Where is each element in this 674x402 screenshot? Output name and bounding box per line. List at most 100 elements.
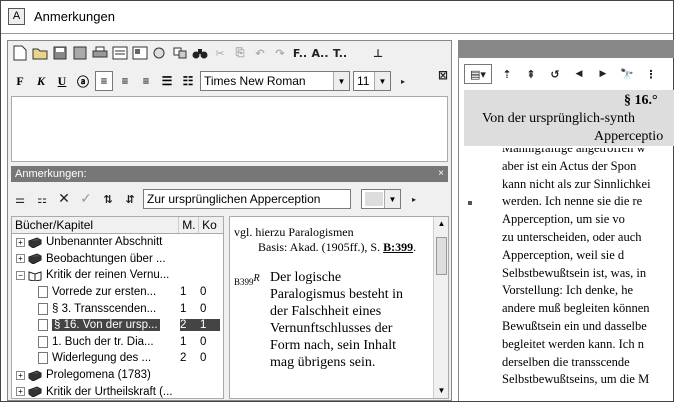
cut-icon[interactable]: ✂ (211, 43, 229, 63)
tree-row[interactable]: 1. Buch der tr. Dia... 1 0 (12, 334, 223, 351)
tree-row-label: Kritik der Urtheilskraft (... (46, 385, 173, 398)
tree-row[interactable]: + Unbenannter Abschnitt (12, 234, 223, 251)
a-format-button[interactable]: A.. (311, 43, 329, 63)
close-panel-icon[interactable]: ⊠ (434, 65, 452, 85)
save-icon[interactable] (51, 43, 69, 63)
tree-row[interactable]: + Prolegomena (1783) (12, 367, 223, 384)
copy-to-icon[interactable] (151, 43, 169, 63)
reader-line: Mannigfaltige angetroffen w (502, 148, 646, 155)
tree-row-title: + Kritik der Urtheilskraft (... (12, 386, 180, 398)
overflow-arrow-icon[interactable]: ▸ (405, 189, 423, 209)
page-marker: B399R (234, 269, 270, 371)
font-size-select[interactable]: 11 ▼ (353, 71, 391, 91)
collapse-icon[interactable]: − (16, 270, 25, 280)
find-binoculars-icon[interactable] (191, 43, 209, 63)
tree-row[interactable]: Vorrede zur ersten... 1 0 (12, 284, 223, 301)
reader-line: kann nicht als zur Sinnlichkei (502, 176, 651, 191)
undo-icon[interactable]: ↶ (251, 43, 269, 63)
reader-text: Mannigfaltige angetroffen w aber ist ein … (502, 148, 674, 389)
note-editor[interactable] (11, 96, 448, 162)
reader-line: werden. Ich nenne sie die re (502, 194, 643, 209)
tree-row[interactable]: + Beobachtungen über ... (12, 251, 223, 268)
scroll-up-icon[interactable]: ▲ (434, 217, 448, 231)
book-chapter-tree: Bücher/Kapitel M. Ko + Unbenannter Abschn… (11, 216, 224, 399)
tree-row-label: § 16. Von der ursp... (52, 319, 160, 332)
delete-icon[interactable]: ✕ (55, 189, 73, 209)
align-left-icon[interactable]: ≡ (95, 71, 113, 91)
bold-button[interactable]: F (11, 71, 29, 91)
section-title-line2: Apperceptio (594, 129, 664, 144)
sort-ascending-icon[interactable]: ⇅ (99, 189, 117, 209)
tree-row[interactable]: § 3. Transscenden... 1 0 (12, 300, 223, 317)
sort-descending-icon[interactable]: ⇵ (121, 189, 139, 209)
font-family-select[interactable]: Times New Roman ▼ (200, 71, 350, 91)
tree-row[interactable]: § 16. Von der ursp... 2 1 (12, 317, 223, 334)
f-format-button[interactable]: F.. (291, 43, 309, 63)
note-content: vgl. hierzu Paralogismen Basis: Akad. (1… (234, 225, 430, 371)
tree-row-label: § 3. Transscenden... (52, 302, 157, 315)
jump-up-icon[interactable]: ⇡ (498, 64, 516, 84)
color-select[interactable]: ▼ (361, 189, 401, 209)
history-icon[interactable]: ↺ (546, 64, 564, 84)
chevron-down-icon: ▼ (333, 72, 349, 90)
next-icon[interactable]: ▶ (594, 64, 612, 84)
tree-row[interactable]: + Kritik der Urtheilskraft (... (12, 383, 223, 398)
pin-icon[interactable]: ⊥ (369, 43, 387, 63)
copy-icon[interactable]: ⎘ (231, 43, 249, 63)
scroll-down-icon[interactable]: ▼ (434, 384, 448, 398)
tree-row-label: Widerlegung des ... (52, 352, 152, 365)
reader-line: Vorstellung: Ich denke, he (502, 283, 633, 298)
close-icon[interactable]: × (438, 166, 444, 182)
basis-link[interactable]: B:399 (383, 240, 413, 254)
previous-icon[interactable]: ◀ (570, 64, 588, 84)
column-header-ko[interactable]: Ko (199, 217, 223, 233)
tree-row-title: Widerlegung des ... (12, 352, 180, 365)
tree-row-title: + Prolegomena (1783) (12, 369, 180, 382)
check-icon[interactable]: ✓ (77, 189, 95, 209)
preview-icon[interactable] (111, 43, 129, 63)
search-input[interactable]: Zur ursprünglichen Apperception (143, 189, 351, 209)
align-center-icon[interactable]: ≡ (116, 71, 134, 91)
book-icon (27, 237, 43, 249)
italic-button[interactable]: K (32, 71, 50, 91)
section-title: § 16.° Von der ursprünglich-synth Apperc… (464, 90, 674, 146)
save-as-icon[interactable] (71, 43, 89, 63)
redo-icon[interactable]: ↷ (271, 43, 289, 63)
tree-expand-icon[interactable]: ⚌ (11, 189, 29, 209)
tree-row-m: 1 (180, 286, 187, 299)
scroll-thumb[interactable] (436, 237, 447, 275)
tree-filter-icon[interactable]: ⚏ (33, 189, 51, 209)
expand-icon[interactable]: + (16, 370, 25, 380)
justify-icon[interactable]: ☰ (158, 71, 176, 91)
expand-icon[interactable]: + (16, 254, 25, 264)
note-scrollbar[interactable]: ▲ ▼ (433, 217, 448, 398)
print-icon[interactable] (91, 43, 109, 63)
find-binoculars-icon[interactable]: 🔭 (618, 64, 636, 84)
basis-text: Basis: Akad. (1905ff.), S. (258, 240, 381, 254)
expand-icon[interactable]: + (16, 237, 25, 247)
note-body-line: Vernunftschlusses der (270, 321, 393, 336)
open-book-icon (28, 270, 42, 282)
highlight-icon[interactable]: ⓐ (74, 71, 92, 91)
underline-button[interactable]: U (53, 71, 71, 91)
level-up-icon[interactable]: ⇞ (522, 64, 540, 84)
page-view-icon[interactable]: ▤▾ (464, 64, 492, 84)
column-header-m[interactable]: M. (179, 217, 200, 233)
tree-row[interactable]: − Kritik der reinen Vernu... (12, 267, 223, 284)
expand-icon[interactable]: + (16, 387, 25, 397)
tree-row[interactable]: Widerlegung des ... 2 0 (12, 350, 223, 367)
more-icon[interactable]: ⋮ (642, 64, 660, 84)
chevron-down-icon: ▼ (384, 190, 400, 208)
new-document-icon[interactable] (11, 43, 29, 63)
bullet-list-icon[interactable]: ☷ (179, 71, 197, 91)
tree-row-title: + Beobachtungen über ... (12, 253, 180, 265)
export-icon[interactable] (131, 43, 149, 63)
column-header-books[interactable]: Bücher/Kapitel (12, 217, 180, 233)
overflow-arrow-icon[interactable]: ▸ (394, 71, 412, 91)
link-icon[interactable] (171, 43, 189, 63)
align-right-icon[interactable]: ≡ (137, 71, 155, 91)
open-folder-icon[interactable] (31, 43, 49, 63)
format-toolbar: F K U ⓐ ≡ ≡ ≡ ☰ ☷ Times New Roman ▼ 11 ▼… (11, 69, 412, 93)
t-format-button[interactable]: T.. (331, 43, 349, 63)
app-icon[interactable]: A (8, 8, 25, 25)
